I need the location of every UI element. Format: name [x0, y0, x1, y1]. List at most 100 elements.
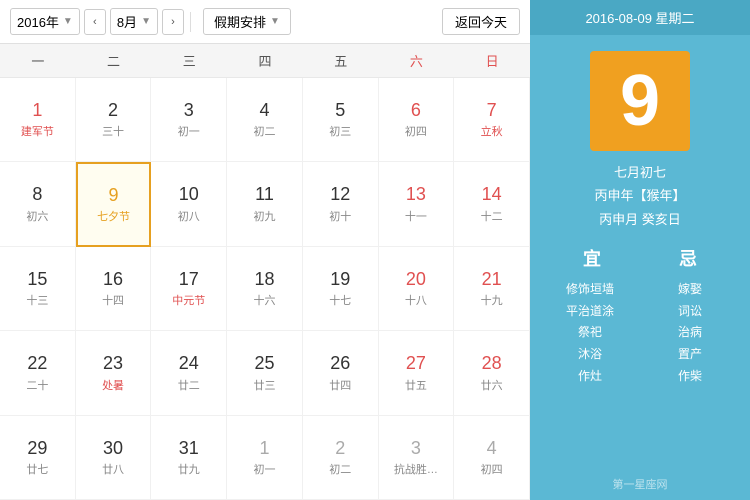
day-cell[interactable]: 4初四: [454, 416, 530, 500]
weekday-cell: 一: [0, 44, 76, 77]
day-number: 22: [27, 353, 47, 375]
calendar-panel: 2016年 ▼ ‹ 8月 ▼ › 假期安排 ▼ 返回今天 一二三四五六日 1建军…: [0, 0, 530, 500]
day-lunar: 三十: [102, 123, 124, 139]
day-lunar: 十八: [405, 292, 427, 308]
day-cell[interactable]: 3初一: [151, 78, 227, 162]
yi-item: 平治道涂: [544, 301, 636, 323]
yi-column: 修饰垣墙平治道涂祭祀沐浴作灶: [544, 279, 636, 387]
day-lunar: 廿八: [102, 461, 124, 477]
day-cell[interactable]: 26 廿四: [303, 331, 379, 415]
weekday-cell: 日: [454, 44, 530, 77]
yi-label: 宜: [583, 245, 601, 271]
day-number: 30: [103, 438, 123, 460]
day-cell[interactable]: 1建军节: [0, 78, 76, 162]
weekday-cell: 六: [379, 44, 455, 77]
ji-item: 置产: [644, 344, 736, 366]
day-lunar: 初二: [329, 461, 351, 477]
day-lunar: 初十: [329, 208, 351, 224]
weekday-cell: 五: [303, 44, 379, 77]
holiday-arrow: ▼: [270, 16, 280, 27]
day-cell[interactable]: 7立秋: [454, 78, 530, 162]
big-date-box: 9: [590, 51, 690, 151]
day-number: 9: [109, 185, 119, 207]
day-lunar: 处暑: [102, 377, 124, 393]
day-cell[interactable]: 24廿二: [151, 331, 227, 415]
day-number: 13: [406, 184, 426, 206]
day-cell[interactable]: 28廿六: [454, 331, 530, 415]
days-grid: 1建军节2三十3初一4初二5初三6初四7立秋8初六9七夕节10初八11初九12初…: [0, 78, 530, 500]
yi-item: 修饰垣墙: [544, 279, 636, 301]
day-number: 21: [482, 269, 502, 291]
day-lunar: 十九: [481, 292, 503, 308]
day-lunar: 初四: [405, 123, 427, 139]
year-arrow: ▼: [63, 16, 73, 27]
year-select[interactable]: 2016年 ▼: [10, 8, 80, 35]
day-lunar: 抗战胜…: [394, 461, 438, 477]
day-number: 6: [411, 100, 421, 122]
day-number: 3: [184, 100, 194, 122]
day-cell[interactable]: 1初一: [227, 416, 303, 500]
day-number: 28: [482, 353, 502, 375]
weekday-cell: 三: [151, 44, 227, 77]
calendar-grid: 一二三四五六日 1建军节2三十3初一4初二5初三6初四7立秋8初六9七夕节10初…: [0, 44, 530, 500]
day-cell[interactable]: 3抗战胜…: [379, 416, 455, 500]
toolbar: 2016年 ▼ ‹ 8月 ▼ › 假期安排 ▼ 返回今天: [0, 0, 530, 44]
weekday-cell: 四: [227, 44, 303, 77]
day-cell[interactable]: 27廿五: [379, 331, 455, 415]
ji-item: 治病: [644, 322, 736, 344]
day-cell[interactable]: 21十九: [454, 247, 530, 331]
yi-item: 祭祀: [544, 322, 636, 344]
day-lunar: 廿九: [178, 461, 200, 477]
holiday-button[interactable]: 假期安排 ▼: [203, 8, 291, 35]
ji-item: 作柴: [644, 366, 736, 388]
day-number: 10: [179, 184, 199, 206]
day-lunar: 十二: [481, 208, 503, 224]
day-cell[interactable]: 25廿三: [227, 331, 303, 415]
day-cell[interactable]: 8初六: [0, 162, 76, 246]
day-number: 15: [27, 269, 47, 291]
ji-label: 忌: [679, 245, 697, 271]
day-cell[interactable]: 2三十: [76, 78, 152, 162]
day-lunar: 廿四: [329, 377, 351, 393]
day-number: 3: [411, 438, 421, 460]
day-number: 26: [330, 353, 350, 375]
day-lunar: 中元节: [172, 292, 205, 308]
day-cell[interactable]: 19十七: [303, 247, 379, 331]
day-cell[interactable]: 16十四: [76, 247, 152, 331]
day-cell[interactable]: 2初二: [303, 416, 379, 500]
day-cell[interactable]: 30廿八: [76, 416, 152, 500]
year-label: 2016年: [17, 12, 59, 31]
day-cell[interactable]: 23处暑: [76, 331, 152, 415]
day-cell[interactable]: 20十八: [379, 247, 455, 331]
watermark: 第一星座网: [613, 476, 668, 500]
prev-month-button[interactable]: ‹: [84, 9, 106, 35]
day-cell[interactable]: 14十二: [454, 162, 530, 246]
day-number: 1: [259, 438, 269, 460]
day-cell[interactable]: 6初四: [379, 78, 455, 162]
day-cell[interactable]: 17中元节: [151, 247, 227, 331]
return-today-button[interactable]: 返回今天: [442, 8, 520, 35]
day-lunar: 初一: [253, 461, 275, 477]
day-cell[interactable]: 4初二: [227, 78, 303, 162]
day-cell[interactable]: 5初三: [303, 78, 379, 162]
day-lunar: 廿七: [26, 461, 48, 477]
day-number: 5: [335, 100, 345, 122]
lunar-info: 七月初七 丙申年【猴年】 丙申月 癸亥日: [584, 161, 695, 231]
day-cell[interactable]: 18十六: [227, 247, 303, 331]
day-cell[interactable]: 31廿九: [151, 416, 227, 500]
month-select[interactable]: 8月 ▼: [110, 8, 158, 35]
day-cell[interactable]: 9七夕节: [76, 162, 152, 246]
day-cell[interactable]: 11初九: [227, 162, 303, 246]
day-cell[interactable]: 13十一: [379, 162, 455, 246]
day-lunar: 初四: [481, 461, 503, 477]
next-month-button[interactable]: ›: [162, 9, 184, 35]
weekday-cell: 二: [76, 44, 152, 77]
day-cell[interactable]: 29廿七: [0, 416, 76, 500]
day-cell[interactable]: 22二十: [0, 331, 76, 415]
day-lunar: 廿三: [253, 377, 275, 393]
day-cell[interactable]: 15十三: [0, 247, 76, 331]
weekday-header: 一二三四五六日: [0, 44, 530, 78]
day-cell[interactable]: 10初八: [151, 162, 227, 246]
day-cell[interactable]: 12初十: [303, 162, 379, 246]
day-lunar: 初六: [26, 208, 48, 224]
